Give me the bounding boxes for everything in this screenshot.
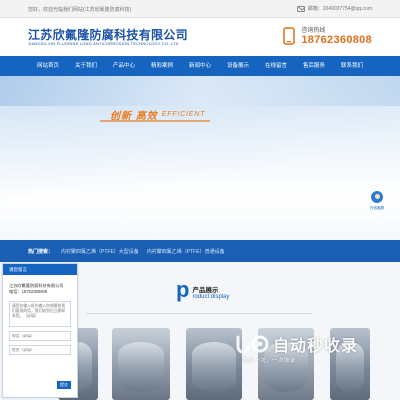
hero-banner: 创新 高效 EFFICIENT	[0, 76, 400, 240]
message-panel-header[interactable]: 请您留言	[3, 264, 77, 275]
nav-item-message[interactable]: 在线留言	[257, 56, 295, 76]
phone-field[interactable]	[9, 331, 71, 341]
hotline: 咨询热线 18762360808	[282, 25, 372, 46]
phone-icon	[283, 26, 296, 45]
product-divider	[86, 313, 312, 314]
slogan-underline	[100, 120, 210, 122]
product-title-en: roduct display	[192, 294, 230, 300]
name-field[interactable]	[9, 345, 71, 355]
email-text: 邮箱：2049037754@qq.com	[307, 6, 372, 12]
welcome-text: 您好，欢迎光临我们网站(江苏欣氟隆防腐科技)	[28, 7, 132, 13]
message-textarea[interactable]	[9, 301, 71, 327]
mail-icon	[296, 5, 305, 12]
online-service-label[interactable]: 在线客服	[370, 206, 384, 211]
hotline-number: 18762360808	[301, 34, 372, 46]
hot-search-title: 热门搜索：	[28, 248, 54, 255]
nav-item-contact[interactable]: 联系我们	[333, 56, 371, 76]
hot-search-bar: 热门搜索： 内衬聚四氟乙烯（PTFE）大型设备 内衬聚四氟乙烯（PTFE）普通设…	[0, 240, 400, 262]
site-header: 江苏欣氟隆防腐科技有限公司 JIANGSU XIN FLUORINE LONG …	[0, 18, 400, 56]
product-heading: p 产品展示 roduct display	[176, 277, 230, 302]
watermark-logo-icon	[236, 335, 269, 354]
nav-item-cases[interactable]: 精彩案例	[143, 56, 181, 76]
online-service-widget[interactable]: 在线客服	[366, 190, 388, 211]
nav-item-home[interactable]: 网站首页	[29, 56, 67, 76]
hotline-label: 咨询热线	[301, 28, 326, 34]
slogan-en: EFFICIENT	[161, 111, 206, 118]
vessel-graphic	[192, 342, 236, 392]
email-info: 邮箱：2049037754@qq.com	[296, 5, 372, 12]
main-nav: 网站首页 关于我们 产品中心 精彩案例 新闻中心 设备展示 在线留言 售后服务 …	[0, 56, 400, 76]
hot-search-link[interactable]: 内衬聚四氟乙烯（PTFE）普通设备	[147, 248, 225, 255]
nav-item-equipment[interactable]: 设备展示	[219, 56, 257, 76]
product-image[interactable]	[112, 328, 170, 400]
message-company: 江苏欣氟隆防腐科技有限公司	[9, 283, 64, 288]
submit-button[interactable]: 提交	[57, 381, 71, 389]
product-heading-letter: p	[176, 277, 190, 302]
company-name-en: JIANGSU XIN FLUORINE LONG ANTICORROSION …	[28, 41, 179, 46]
watermark-subtext: 提交一次，一次收录	[242, 358, 297, 364]
top-bar: 您好，欢迎光临我们网站(江苏欣氟隆防腐科技) 邮箱：2049037754@qq.…	[0, 0, 400, 18]
nav-item-products[interactable]: 产品中心	[105, 56, 143, 76]
nav-item-service[interactable]: 售后服务	[295, 56, 333, 76]
nav-item-news[interactable]: 新闻中心	[181, 56, 219, 76]
product-title-cn: 产品展示	[192, 287, 219, 294]
watermark-text: 自动秒收录	[273, 338, 359, 355]
hot-search-link[interactable]: 内衬聚四氟乙烯（PTFE）大型设备	[61, 248, 139, 255]
message-panel: 请您留言 江苏欣氟隆防腐科技有限公司 电话：18762360808 提交	[2, 263, 78, 398]
banner-overlay	[0, 76, 400, 240]
service-avatar-icon[interactable]	[370, 190, 384, 204]
watermark: 自动秒收录 提交一次，一次收录	[232, 332, 359, 364]
vessel-graphic	[118, 342, 164, 392]
message-phone: 电话：18762360808	[9, 289, 48, 294]
nav-item-about[interactable]: 关于我们	[67, 56, 105, 76]
